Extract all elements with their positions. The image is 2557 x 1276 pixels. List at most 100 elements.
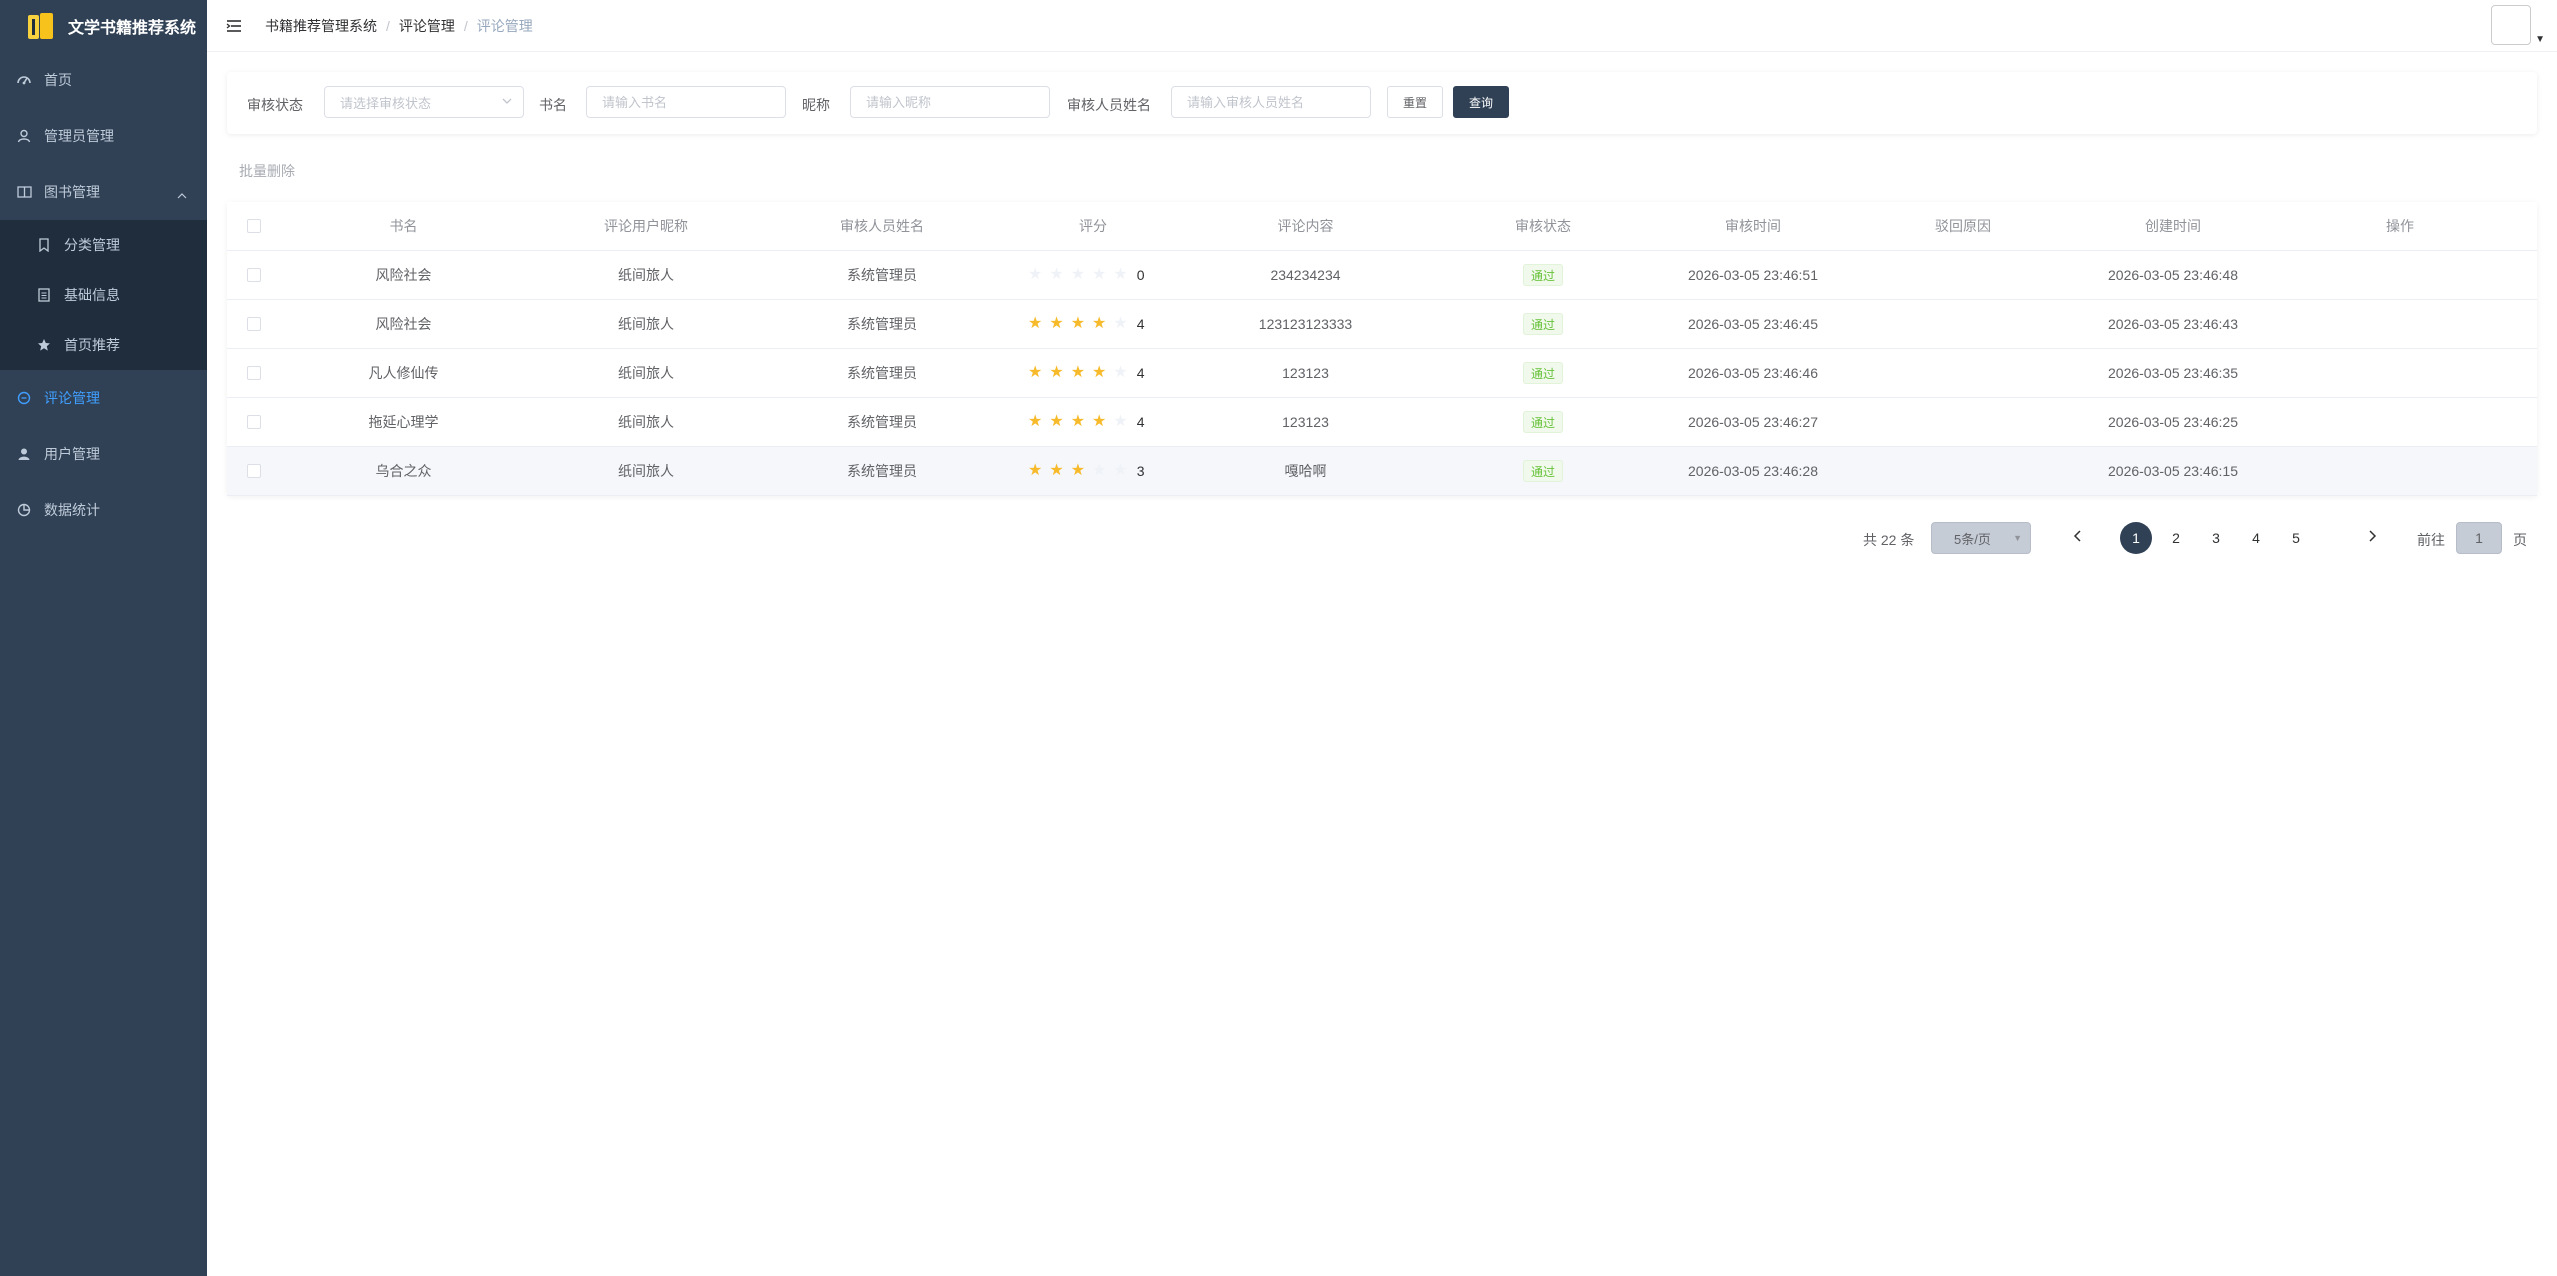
score-value: 0 (1136, 267, 1145, 283)
column-header: 创建时间 (2145, 218, 2201, 234)
star-rating: ★ ★ ★ ★ ★ 4 (1028, 413, 1158, 431)
page-number-1[interactable]: 1 (2120, 522, 2152, 554)
star-icon: ★ (1092, 266, 1107, 283)
table-row[interactable]: 风险社会 纸间旅人 系统管理员 ★ ★ ★ ★ ★ 4 123123123333 通过 2026-03… (227, 300, 2537, 349)
breadcrumb-item[interactable]: 书籍推荐管理系统 (265, 16, 377, 36)
sidebar-item-admin[interactable]: 管理员管理 (0, 108, 207, 164)
status-badge: 通过 (1522, 264, 1563, 286)
row-checkbox[interactable] (247, 415, 261, 429)
row-checkbox[interactable] (247, 366, 261, 380)
star-rating: ★ ★ ★ ★ ★ 0 (1028, 266, 1158, 284)
document-icon (36, 287, 52, 303)
page-size-select[interactable]: 5条/页 ▼ (1931, 522, 2031, 554)
star-icon: ★ (1070, 315, 1086, 332)
page-number-2[interactable]: 2 (2160, 522, 2192, 554)
book-name-cell: 凡人修仙传 (368, 365, 439, 381)
sidebar-item-books[interactable]: 图书管理 (0, 164, 207, 220)
star-icon: ★ (1113, 462, 1128, 479)
status-cell: 通过 (1423, 362, 1663, 384)
star-icon: ★ (1028, 364, 1043, 381)
sidebar-item-statistics[interactable]: 数据统计 (0, 482, 207, 538)
goto-page-input[interactable]: 1 (2456, 522, 2502, 554)
sidebar-item-comments[interactable]: 评论管理 (0, 370, 207, 426)
nick-field[interactable] (866, 94, 1049, 110)
sidebar-item-label: 用户管理 (44, 446, 100, 462)
select-all-checkbox[interactable] (247, 219, 261, 233)
submenu-books: 分类管理 基础信息 首页推荐 (0, 220, 207, 370)
nickname-cell: 纸间旅人 (618, 267, 674, 283)
score-cell: ★ ★ ★ ★ ★ 4 (998, 413, 1188, 431)
sidebar-item-label: 评论管理 (44, 390, 100, 406)
user-icon (16, 128, 32, 144)
breadcrumb-item[interactable]: 评论管理 (399, 16, 455, 36)
status-select[interactable]: 请选择审核状态 (324, 86, 524, 118)
table-row[interactable]: 风险社会 纸间旅人 系统管理员 ★ ★ ★ ★ ★ 0 234234234 通过 2026-03-05… (227, 251, 2537, 300)
page-number-4[interactable]: 4 (2240, 522, 2272, 554)
book-name-field[interactable] (602, 94, 785, 110)
main-content: 审核状态 请选择审核状态 书名 昵称 审核人员姓名 重置 查询 批量删除 书名 … (207, 52, 2557, 1276)
row-checkbox[interactable] (247, 317, 261, 331)
sidebar-item-home-recommend[interactable]: 首页推荐 (0, 320, 207, 370)
caret-down-icon[interactable]: ▼ (2535, 34, 2545, 45)
sidebar-item-home[interactable]: 首页 (0, 52, 207, 108)
pagination: 共 22 条 5条/页 ▼ 12345 前往 1 页 (207, 522, 2557, 554)
sidebar: 文学书籍推荐系统 首页 管理员管理 图书管理 分类管理 基础信息 首页推荐 评论… (0, 0, 207, 1276)
audit-time-cell: 2026-03-05 23:46:28 (1688, 463, 1818, 479)
sidebar-item-label: 基础信息 (64, 287, 120, 303)
star-icon: ★ (1113, 413, 1128, 430)
table-row[interactable]: 拖延心理学 纸间旅人 系统管理员 ★ ★ ★ ★ ★ 4 123123 通过 2026-03-05 2… (227, 398, 2537, 447)
score-cell: ★ ★ ★ ★ ★ 3 (998, 462, 1188, 480)
auditor-cell: 系统管理员 (847, 365, 917, 381)
column-header: 驳回原因 (1935, 218, 1991, 234)
status-label: 审核状态 (247, 97, 303, 113)
sidebar-item-users[interactable]: 用户管理 (0, 426, 207, 482)
audit-time-cell: 2026-03-05 23:46:27 (1688, 414, 1818, 430)
book-name-cell: 风险社会 (375, 316, 432, 332)
book-label: 书名 (539, 97, 567, 113)
status-badge: 通过 (1522, 362, 1563, 384)
prev-page-icon[interactable] (2073, 529, 2083, 546)
hamburger-icon[interactable] (223, 15, 245, 37)
status-badge: 通过 (1522, 460, 1563, 482)
star-icon: ★ (1049, 315, 1064, 332)
row-checkbox[interactable] (247, 268, 261, 282)
table-row[interactable]: 凡人修仙传 纸间旅人 系统管理员 ★ ★ ★ ★ ★ 4 123123 通过 2026-03-05 2… (227, 349, 2537, 398)
pagination-total: 共 22 条 (1863, 532, 1915, 548)
content-cell: 123123123333 (1258, 316, 1353, 332)
star-icon: ★ (1028, 413, 1043, 430)
score-cell: ★ ★ ★ ★ ★ 4 (998, 315, 1188, 333)
create-time-cell: 2026-03-05 23:46:43 (2108, 316, 2238, 332)
auditor-field[interactable] (1187, 94, 1370, 110)
batch-delete-button[interactable]: 批量删除 (227, 156, 307, 186)
app-title: 文学书籍推荐系统 (68, 20, 197, 37)
user-menu[interactable]: ▼ (2491, 5, 2545, 45)
star-icon: ★ (1028, 315, 1043, 332)
page-number-5[interactable]: 5 (2280, 522, 2312, 554)
column-header: 书名 (389, 218, 418, 234)
sidebar-item-basic-info[interactable]: 基础信息 (0, 270, 207, 320)
goto-label: 前往 (2417, 532, 2445, 548)
book-name-cell: 风险社会 (375, 267, 432, 283)
query-button[interactable]: 查询 (1453, 86, 1509, 118)
page-size-value: 5条/页 (1954, 531, 1991, 547)
content-cell: 123123 (1282, 414, 1329, 430)
book-name-cell: 乌合之众 (375, 463, 432, 479)
avatar[interactable] (2491, 5, 2532, 45)
star-icon (36, 337, 52, 353)
next-page-icon[interactable] (2367, 529, 2377, 546)
reset-button[interactable]: 重置 (1387, 86, 1443, 118)
auditor-input[interactable] (1171, 86, 1371, 118)
nickname-cell: 纸间旅人 (618, 365, 674, 381)
table-body: 风险社会 纸间旅人 系统管理员 ★ ★ ★ ★ ★ 0 234234234 通过 2026-03-05… (227, 251, 2537, 496)
nick-input[interactable] (850, 86, 1050, 118)
page-number-3[interactable]: 3 (2200, 522, 2232, 554)
star-icon: ★ (1092, 413, 1107, 430)
score-value: 4 (1136, 414, 1145, 430)
row-select-cell (227, 268, 281, 282)
chevron-up-icon (177, 186, 187, 202)
book-name-input[interactable] (586, 86, 786, 118)
status-cell: 通过 (1423, 411, 1663, 433)
table-row[interactable]: 乌合之众 纸间旅人 系统管理员 ★ ★ ★ ★ ★ 3 嘎哈啊 通过 2026-03-05 23:46… (227, 447, 2537, 496)
sidebar-item-category[interactable]: 分类管理 (0, 220, 207, 270)
row-checkbox[interactable] (247, 464, 261, 478)
